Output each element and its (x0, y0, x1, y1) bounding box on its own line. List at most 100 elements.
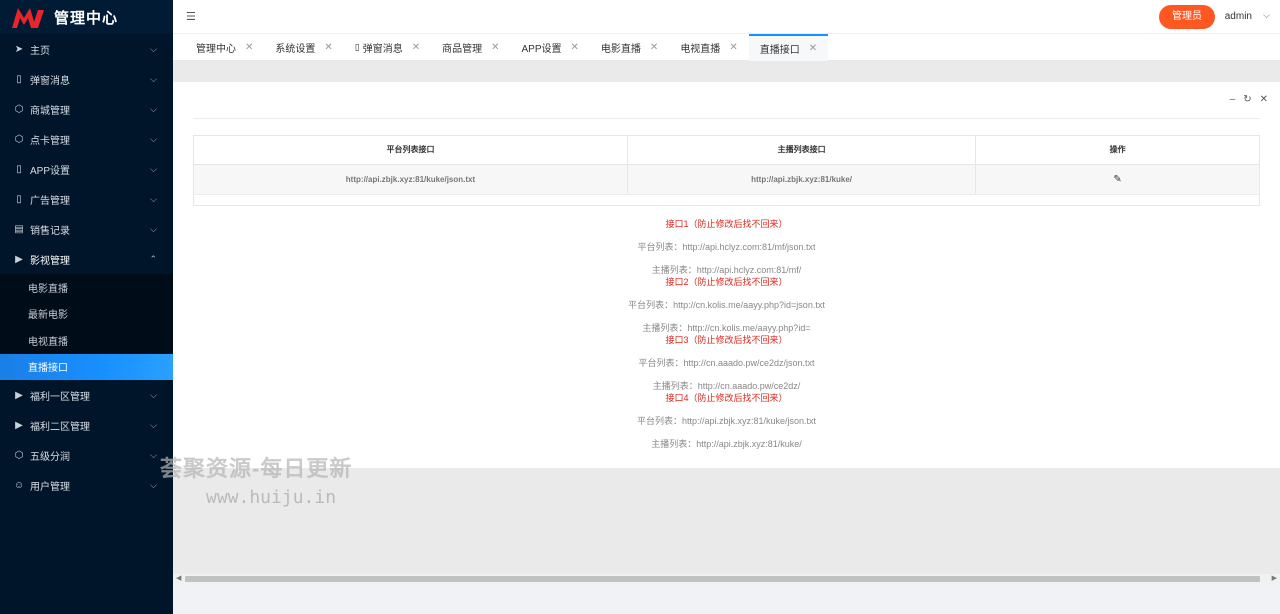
cube-icon: ⬡ (14, 133, 24, 145)
video-icon: ▶ (15, 419, 23, 431)
chevron-down-icon: ⌵ (150, 43, 157, 54)
mobile-icon: ▯ (16, 73, 22, 85)
tab-label: 弹窗消息 (362, 44, 403, 55)
sidebar-item-cards[interactable]: ⬡ 点卡管理 ⌵ (0, 124, 173, 154)
tab-bar: 管理中心 ✕ 系统设置 ✕ ▯ 弹窗消息 ✕ 商品管理 ✕ APP设置 ✕ 电影直播 ✕ 电视… (173, 34, 1280, 61)
role-button[interactable]: 管理员 (1159, 5, 1215, 29)
sidebar-item-profit-share[interactable]: ⬡ 五级分润 ⌵ (0, 440, 173, 470)
cell-platform-url: http://api.zbjk.xyz:81/kuke/json.txt (194, 164, 628, 195)
sidebar-item-label: 商城管理 (30, 105, 70, 117)
tab-app-settings[interactable]: APP设置 ✕ (511, 34, 590, 61)
close-icon[interactable]: ✕ (324, 42, 332, 53)
chevron-down-icon: ⌵ (150, 223, 157, 234)
api-table: 平台列表接口 主播列表接口 操作 http://api.zbjk.xyz:81/… (193, 135, 1260, 206)
sidebar-item-users[interactable]: ☺ 用户管理 ⌵ (0, 470, 173, 500)
tab-label: 商品管理 (442, 44, 483, 55)
brand-logo-icon (12, 6, 44, 28)
sidebar-menu-rest: ▶ 福利一区管理 ⌵ ▶ 福利二区管理 ⌵ ⬡ 五级分润 ⌵ ☺ 用户管理 ⌵ (0, 380, 173, 500)
tab-label: 电影直播 (600, 44, 641, 55)
chevron-down-icon: ⌵ (150, 193, 157, 204)
close-icon[interactable]: ✕ (412, 42, 420, 53)
chevron-down-icon[interactable]: ⌵ (1263, 10, 1270, 21)
close-icon[interactable]: ✕ (729, 42, 737, 53)
content-panel: – ↻ ✕ 平台列表接口 主播列表接口 操作 http://api.zbjk.x… (173, 82, 1280, 468)
content-bottom-area (173, 468, 1280, 574)
interface-list: 接口1（防止修改后找不回来） 平台列表：http://api.hclyz.com… (173, 218, 1280, 450)
sidebar-item-label: 五级分润 (30, 451, 70, 463)
close-icon[interactable]: ✕ (491, 42, 499, 53)
sidebar-item-label: APP设置 (30, 165, 71, 177)
tab-system-settings[interactable]: 系统设置 ✕ (264, 34, 343, 61)
chevron-down-icon: ⌵ (150, 449, 157, 460)
menu-fold-icon[interactable]: ☰ (186, 10, 200, 24)
table-row: http://api.zbjk.xyz:81/kuke/json.txt htt… (194, 164, 1259, 195)
sidebar-item-welfare-1[interactable]: ▶ 福利一区管理 ⌵ (0, 380, 173, 410)
interface-block: 接口1（防止修改后找不回来） 平台列表：http://api.hclyz.com… (173, 218, 1280, 276)
interface-title: 接口1（防止修改后找不回来） (665, 219, 788, 229)
video-icon: ▶ (15, 389, 23, 401)
close-icon[interactable]: ✕ (650, 42, 658, 53)
submenu-item-movie-live[interactable]: 电影直播 (0, 274, 173, 301)
interface-title: 接口3（防止修改后找不回来） (665, 335, 788, 345)
close-icon[interactable]: ✕ (1260, 94, 1268, 105)
chevron-down-icon: ⌵ (150, 163, 157, 174)
sidebar-item-home[interactable]: ➤ 主页 ⌵ (0, 34, 173, 64)
tab-label: 电视直播 (680, 44, 721, 55)
mobile-icon: ▯ (16, 193, 22, 205)
interface-title: 接口2（防止修改后找不回来） (665, 277, 788, 287)
sidebar-item-popup-messages[interactable]: ▯ 弹窗消息 ⌵ (0, 64, 173, 94)
interface-block: 接口4（防止修改后找不回来） 平台列表：http://api.zbjk.xyz:… (173, 392, 1280, 450)
refresh-icon[interactable]: ↻ (1243, 94, 1251, 105)
content-top-strip (173, 61, 1280, 82)
bottom-fill (173, 584, 1280, 614)
close-icon[interactable]: ✕ (245, 42, 253, 53)
logo[interactable]: 管理中心 (0, 0, 173, 34)
username[interactable]: admin (1225, 11, 1252, 22)
sidebar-item-label: 点卡管理 (30, 135, 70, 147)
chevron-down-icon: ⌵ (150, 479, 157, 490)
interface-anchor: 主播列表：http://api.hclyz.com:81/mf/ (651, 265, 802, 275)
submenu-item-tv-live[interactable]: 电视直播 (0, 327, 173, 354)
sidebar-item-app-settings[interactable]: ▯ APP设置 ⌵ (0, 154, 173, 184)
interface-anchor: 主播列表：http://cn.aaado.pw/ce2dz/ (652, 381, 801, 391)
sidebar-item-label: 广告管理 (30, 195, 70, 207)
sidebar-item-label: 销售记录 (30, 225, 70, 237)
cube-icon: ⬡ (14, 103, 24, 115)
chevron-up-icon: ⌃ (149, 253, 157, 264)
sidebar-item-welfare-2[interactable]: ▶ 福利二区管理 ⌵ (0, 410, 173, 440)
sidebar-item-label: 福利一区管理 (30, 391, 90, 403)
tab-popup-messages[interactable]: ▯ 弹窗消息 ✕ (344, 34, 431, 61)
tab-tv-live[interactable]: 电视直播 ✕ (669, 34, 748, 61)
minimize-icon[interactable]: – (1230, 94, 1236, 105)
scroll-left-icon[interactable]: ◀ (176, 574, 181, 584)
tab-label: 系统设置 (275, 44, 316, 55)
submenu-item-latest-movies[interactable]: 最新电影 (0, 301, 173, 328)
sidebar-item-label: 用户管理 (30, 481, 70, 493)
list-icon: ▤ (14, 223, 24, 235)
close-icon[interactable]: ✕ (571, 42, 579, 53)
horizontal-scrollbar[interactable]: ◀ ▶ (173, 574, 1280, 584)
chevron-down-icon: ⌵ (150, 419, 157, 430)
close-icon[interactable]: ✕ (809, 43, 817, 54)
video-icon: ▶ (15, 253, 23, 265)
scroll-right-icon[interactable]: ▶ (1272, 574, 1277, 584)
tab-goods[interactable]: 商品管理 ✕ (431, 34, 510, 61)
scrollbar-thumb[interactable] (185, 576, 1260, 582)
chevron-down-icon: ⌵ (150, 103, 157, 114)
tab-admin-center[interactable]: 管理中心 ✕ (185, 34, 264, 61)
interface-anchor: 主播列表：http://api.zbjk.xyz:81/kuke/ (651, 439, 802, 449)
divider (193, 118, 1260, 119)
sidebar-item-sales[interactable]: ▤ 销售记录 ⌵ (0, 214, 173, 244)
tab-movie-live[interactable]: 电影直播 ✕ (590, 34, 669, 61)
edit-icon[interactable]: ✎ (1113, 174, 1121, 185)
submenu-item-live-api[interactable]: 直播接口 (0, 353, 173, 380)
sidebar-item-label: 福利二区管理 (30, 421, 90, 433)
interface-block: 接口3（防止修改后找不回来） 平台列表：http://cn.aaado.pw/c… (173, 334, 1280, 392)
sidebar-item-video[interactable]: ▶ 影视管理 ⌃ (0, 244, 173, 274)
column-header-anchor: 主播列表接口 (627, 136, 977, 165)
tab-live-api[interactable]: 直播接口 ✕ (748, 34, 829, 61)
user-icon: ☺ (13, 479, 25, 491)
send-icon: ➤ (14, 43, 24, 55)
sidebar-item-mall[interactable]: ⬡ 商城管理 ⌵ (0, 94, 173, 124)
sidebar-item-ads[interactable]: ▯ 广告管理 ⌵ (0, 184, 173, 214)
